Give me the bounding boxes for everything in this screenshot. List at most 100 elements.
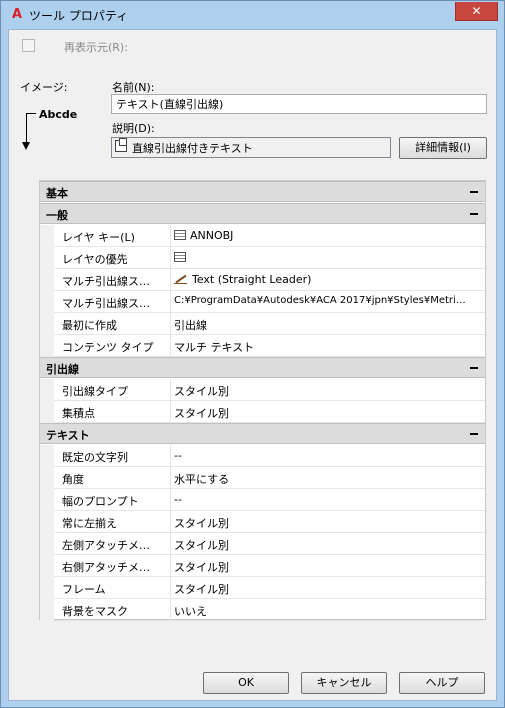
preview-sample-text: Abcde	[39, 108, 78, 121]
property-row[interactable]: フレーム スタイル別	[40, 577, 485, 599]
property-value[interactable]	[174, 251, 480, 264]
property-value[interactable]: --	[174, 493, 480, 506]
property-name: コンテンツ タイプ	[62, 341, 154, 354]
property-row[interactable]: 背景をマスク いいえ	[40, 599, 485, 621]
property-value[interactable]: C:¥ProgramData¥Autodesk¥ACA 2017¥jpn¥Sty…	[174, 295, 480, 306]
property-name: 幅のプロンプト	[62, 495, 139, 508]
collapse-icon[interactable]	[470, 433, 478, 435]
property-row[interactable]: マルチ引出線ス… C:¥ProgramData¥Autodesk¥ACA 201…	[40, 291, 485, 313]
cancel-button[interactable]: キャンセル	[301, 672, 387, 694]
property-name: 集積点	[62, 407, 95, 420]
property-name: 角度	[62, 473, 84, 486]
property-value[interactable]: 引出線	[174, 317, 480, 333]
property-name: 右側アタッチメ…	[62, 561, 150, 574]
column-divider	[170, 533, 171, 555]
description-field[interactable]: 直線引出線付きテキスト	[111, 137, 391, 158]
category-text[interactable]: テキスト	[40, 423, 485, 444]
property-value-text: Text (Straight Leader)	[192, 273, 312, 286]
close-button[interactable]: ✕	[455, 2, 498, 21]
property-value[interactable]: スタイル別	[174, 581, 480, 597]
category-basic[interactable]: 基本	[40, 181, 485, 202]
row-gutter	[40, 599, 54, 621]
help-button[interactable]: ヘルプ	[399, 672, 485, 694]
property-row[interactable]: レイヤの優先	[40, 247, 485, 269]
column-divider	[170, 247, 171, 269]
collapse-icon[interactable]	[470, 191, 478, 193]
row-gutter	[40, 533, 54, 555]
row-gutter	[40, 467, 54, 489]
column-divider	[170, 489, 171, 511]
property-row[interactable]: 常に左揃え スタイル別	[40, 511, 485, 533]
row-gutter	[40, 401, 54, 423]
property-row[interactable]: 左側アタッチメ… スタイル別	[40, 533, 485, 555]
property-row[interactable]: コンテンツ タイプ マルチ テキスト	[40, 335, 485, 357]
column-divider	[170, 555, 171, 577]
row-gutter	[40, 445, 54, 467]
column-divider	[170, 599, 171, 621]
property-name: フレーム	[62, 583, 106, 596]
leader-line-hook	[26, 113, 36, 114]
property-value[interactable]: マルチ テキスト	[174, 339, 480, 355]
property-name: 背景をマスク	[62, 605, 128, 618]
row-gutter	[40, 335, 54, 357]
property-value[interactable]: スタイル別	[174, 537, 480, 553]
property-value[interactable]: スタイル別	[174, 383, 480, 399]
property-name: レイヤ キー(L)	[62, 231, 135, 244]
title-bar[interactable]: A ツール プロパティ ✕	[1, 1, 504, 29]
category-title: 引出線	[46, 363, 79, 376]
property-row[interactable]: レイヤ キー(L) ANNOBJ	[40, 225, 485, 247]
property-name: マルチ引出線ス…	[62, 297, 150, 310]
column-divider	[170, 225, 171, 247]
property-name: レイヤの優先	[62, 253, 128, 266]
row-gutter	[40, 269, 54, 291]
property-value[interactable]: Text (Straight Leader)	[174, 273, 480, 286]
tool-properties-window: A ツール プロパティ ✕ 再表示元(R): イメージ: Abcde 名前(N)…	[0, 0, 505, 708]
property-value[interactable]: 水平にする	[174, 471, 480, 487]
collapse-icon[interactable]	[470, 367, 478, 369]
redisplay-label: 再表示元(R):	[64, 41, 128, 54]
leader-arrow-icon	[22, 142, 30, 150]
column-divider	[170, 467, 171, 489]
category-general[interactable]: 一般	[40, 203, 485, 224]
property-name: 常に左揃え	[62, 517, 117, 530]
column-divider	[170, 511, 171, 533]
property-value[interactable]: スタイル別	[174, 559, 480, 575]
property-value[interactable]: スタイル別	[174, 515, 480, 531]
table-icon	[174, 252, 186, 262]
name-input[interactable]	[111, 94, 487, 114]
row-gutter	[40, 489, 54, 511]
property-name: 左側アタッチメ…	[62, 539, 150, 552]
property-value[interactable]: --	[174, 449, 480, 462]
dialog-client-area: 再表示元(R): イメージ: Abcde 名前(N): 説明(D): 直線引出線…	[8, 29, 497, 701]
property-name: マルチ引出線ス…	[62, 275, 150, 288]
row-gutter	[40, 511, 54, 533]
redisplay-checkbox[interactable]	[22, 39, 35, 52]
description-value: 直線引出線付きテキスト	[132, 142, 253, 155]
row-gutter	[40, 247, 54, 269]
property-value[interactable]: いいえ	[174, 603, 480, 619]
column-divider	[170, 445, 171, 467]
collapse-icon[interactable]	[470, 213, 478, 215]
property-row[interactable]: 最初に作成 引出線	[40, 313, 485, 335]
property-value[interactable]: スタイル別	[174, 405, 480, 421]
property-row[interactable]: 引出線タイプ スタイル別	[40, 379, 485, 401]
property-row[interactable]: 角度 水平にする	[40, 467, 485, 489]
name-label: 名前(N):	[112, 81, 155, 94]
property-row[interactable]: 集積点 スタイル別	[40, 401, 485, 423]
description-label: 説明(D):	[112, 122, 155, 135]
property-row[interactable]: マルチ引出線ス… Text (Straight Leader)	[40, 269, 485, 291]
column-divider	[170, 291, 171, 313]
category-leader[interactable]: 引出線	[40, 357, 485, 378]
row-gutter	[40, 555, 54, 577]
image-label: イメージ:	[20, 81, 68, 94]
property-row[interactable]: 幅のプロンプト --	[40, 489, 485, 511]
property-name: 既定の文字列	[62, 451, 128, 464]
property-value[interactable]: ANNOBJ	[174, 229, 480, 242]
property-row[interactable]: 右側アタッチメ… スタイル別	[40, 555, 485, 577]
column-divider	[170, 577, 171, 599]
column-divider	[170, 269, 171, 291]
ok-button[interactable]: OK	[203, 672, 289, 694]
category-title: 一般	[46, 209, 68, 222]
details-button[interactable]: 詳細情報(I)	[399, 137, 487, 159]
property-row[interactable]: 既定の文字列 --	[40, 445, 485, 467]
